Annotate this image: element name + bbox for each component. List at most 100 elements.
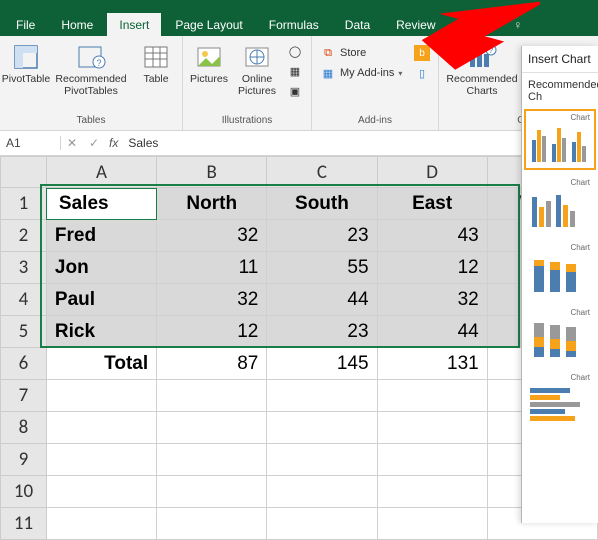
cell[interactable] <box>267 476 377 508</box>
cell[interactable] <box>377 508 487 540</box>
col-header-c[interactable]: C <box>267 157 377 188</box>
cell[interactable] <box>46 476 156 508</box>
pictures-button[interactable]: Pictures <box>185 40 233 100</box>
cell[interactable] <box>267 412 377 444</box>
row-header[interactable]: 8 <box>1 412 47 444</box>
cell[interactable]: 12 <box>377 252 487 284</box>
cell[interactable] <box>157 444 267 476</box>
my-addins-button[interactable]: ▦ My Add-ins ▾ <box>318 64 408 82</box>
online-pictures-icon <box>242 42 272 72</box>
cell[interactable] <box>267 444 377 476</box>
cell[interactable]: 12 <box>157 316 267 348</box>
cell[interactable]: 44 <box>377 316 487 348</box>
cell[interactable]: Fred <box>46 220 156 252</box>
store-button[interactable]: ⧉ Store <box>318 44 408 62</box>
cell[interactable]: 23 <box>267 316 377 348</box>
tab-file[interactable]: File <box>4 13 47 36</box>
select-all-corner[interactable] <box>1 157 47 188</box>
cell[interactable] <box>46 412 156 444</box>
row-header[interactable]: 10 <box>1 476 47 508</box>
cell[interactable]: 145 <box>267 348 377 380</box>
bing-maps-button[interactable]: b <box>412 44 432 62</box>
chart-thumb-bar[interactable]: Chart <box>526 371 594 428</box>
cell[interactable]: Sales <box>46 188 156 220</box>
tab-tell-me[interactable]: ♀ <box>501 13 534 36</box>
cell[interactable] <box>377 444 487 476</box>
row-header[interactable]: 1 <box>1 188 47 220</box>
cell[interactable]: 32 <box>377 284 487 316</box>
worksheet[interactable]: A B C D E 1 Sales North South East West … <box>0 156 598 540</box>
cell[interactable]: Jon <box>46 252 156 284</box>
cell[interactable]: 87 <box>157 348 267 380</box>
enter-button[interactable]: ✓ <box>83 136 105 150</box>
tab-data[interactable]: Data <box>333 13 382 36</box>
fx-label[interactable]: fx <box>105 136 122 150</box>
cell[interactable]: 43 <box>377 220 487 252</box>
panel-tab-recommended[interactable]: Recommended Ch <box>522 73 598 107</box>
insert-chart-panel: Insert Chart Recommended Ch Chart Chart … <box>521 46 598 523</box>
chart-thumb-stacked-bar[interactable]: Chart <box>526 241 594 298</box>
shapes-button[interactable]: ◯ <box>285 42 305 60</box>
cell[interactable]: Rick <box>46 316 156 348</box>
screenshot-button[interactable]: ▣ <box>285 82 305 100</box>
cell[interactable] <box>157 508 267 540</box>
row-header[interactable]: 9 <box>1 444 47 476</box>
recommended-pivottables-button[interactable]: ? Recommended PivotTables <box>50 40 132 100</box>
cell[interactable] <box>377 476 487 508</box>
name-box[interactable]: A1 <box>0 136 61 150</box>
tab-formulas[interactable]: Formulas <box>257 13 331 36</box>
recommended-charts-button[interactable]: ? Recommended Charts <box>441 40 523 100</box>
cell[interactable] <box>377 412 487 444</box>
cell[interactable]: 11 <box>157 252 267 284</box>
row-header[interactable]: 11 <box>1 508 47 540</box>
cell[interactable]: Total <box>46 348 156 380</box>
cell[interactable] <box>267 380 377 412</box>
cell[interactable]: 131 <box>377 348 487 380</box>
chart-thumb-clustered-column[interactable]: Chart <box>526 111 594 168</box>
cell[interactable]: 44 <box>267 284 377 316</box>
cell[interactable] <box>157 412 267 444</box>
thumb-label: Chart <box>528 243 592 252</box>
people-graph-button[interactable]: ▯ <box>412 64 432 82</box>
row-header[interactable]: 7 <box>1 380 47 412</box>
cell[interactable]: 23 <box>267 220 377 252</box>
row-header[interactable]: 3 <box>1 252 47 284</box>
row-header[interactable]: 2 <box>1 220 47 252</box>
shapes-icon: ◯ <box>287 43 303 59</box>
tab-view[interactable]: View <box>450 13 500 36</box>
screenshot-icon: ▣ <box>287 83 303 99</box>
col-header-d[interactable]: D <box>377 157 487 188</box>
online-pictures-button[interactable]: Online Pictures <box>233 40 281 100</box>
cell[interactable]: 32 <box>157 220 267 252</box>
cancel-button[interactable]: ✕ <box>61 136 83 150</box>
tab-review[interactable]: Review <box>384 13 447 36</box>
cell[interactable]: North <box>157 188 267 220</box>
group-tables-label: Tables <box>77 115 106 128</box>
cell[interactable] <box>157 380 267 412</box>
cell[interactable] <box>46 444 156 476</box>
smartart-button[interactable]: ▦ <box>285 62 305 80</box>
cell[interactable] <box>377 380 487 412</box>
pivottable-button[interactable]: PivotTable <box>2 40 50 100</box>
cell[interactable] <box>46 380 156 412</box>
cell[interactable]: Paul <box>46 284 156 316</box>
tab-page-layout[interactable]: Page Layout <box>163 13 254 36</box>
cell[interactable]: 55 <box>267 252 377 284</box>
cell[interactable] <box>267 508 377 540</box>
cell[interactable] <box>157 476 267 508</box>
tab-insert[interactable]: Insert <box>107 13 161 36</box>
row-header[interactable]: 5 <box>1 316 47 348</box>
cell[interactable]: 32 <box>157 284 267 316</box>
cell[interactable]: East <box>377 188 487 220</box>
row-header[interactable]: 4 <box>1 284 47 316</box>
tab-home[interactable]: Home <box>49 13 105 36</box>
col-header-a[interactable]: A <box>46 157 156 188</box>
chart-thumb-clustered-column-2[interactable]: Chart <box>526 176 594 233</box>
svg-text:?: ? <box>96 58 101 68</box>
chart-thumb-stacked-column[interactable]: Chart <box>526 306 594 363</box>
row-header[interactable]: 6 <box>1 348 47 380</box>
cell[interactable]: South <box>267 188 377 220</box>
col-header-b[interactable]: B <box>157 157 267 188</box>
cell[interactable] <box>46 508 156 540</box>
table-button[interactable]: Table <box>132 40 180 100</box>
